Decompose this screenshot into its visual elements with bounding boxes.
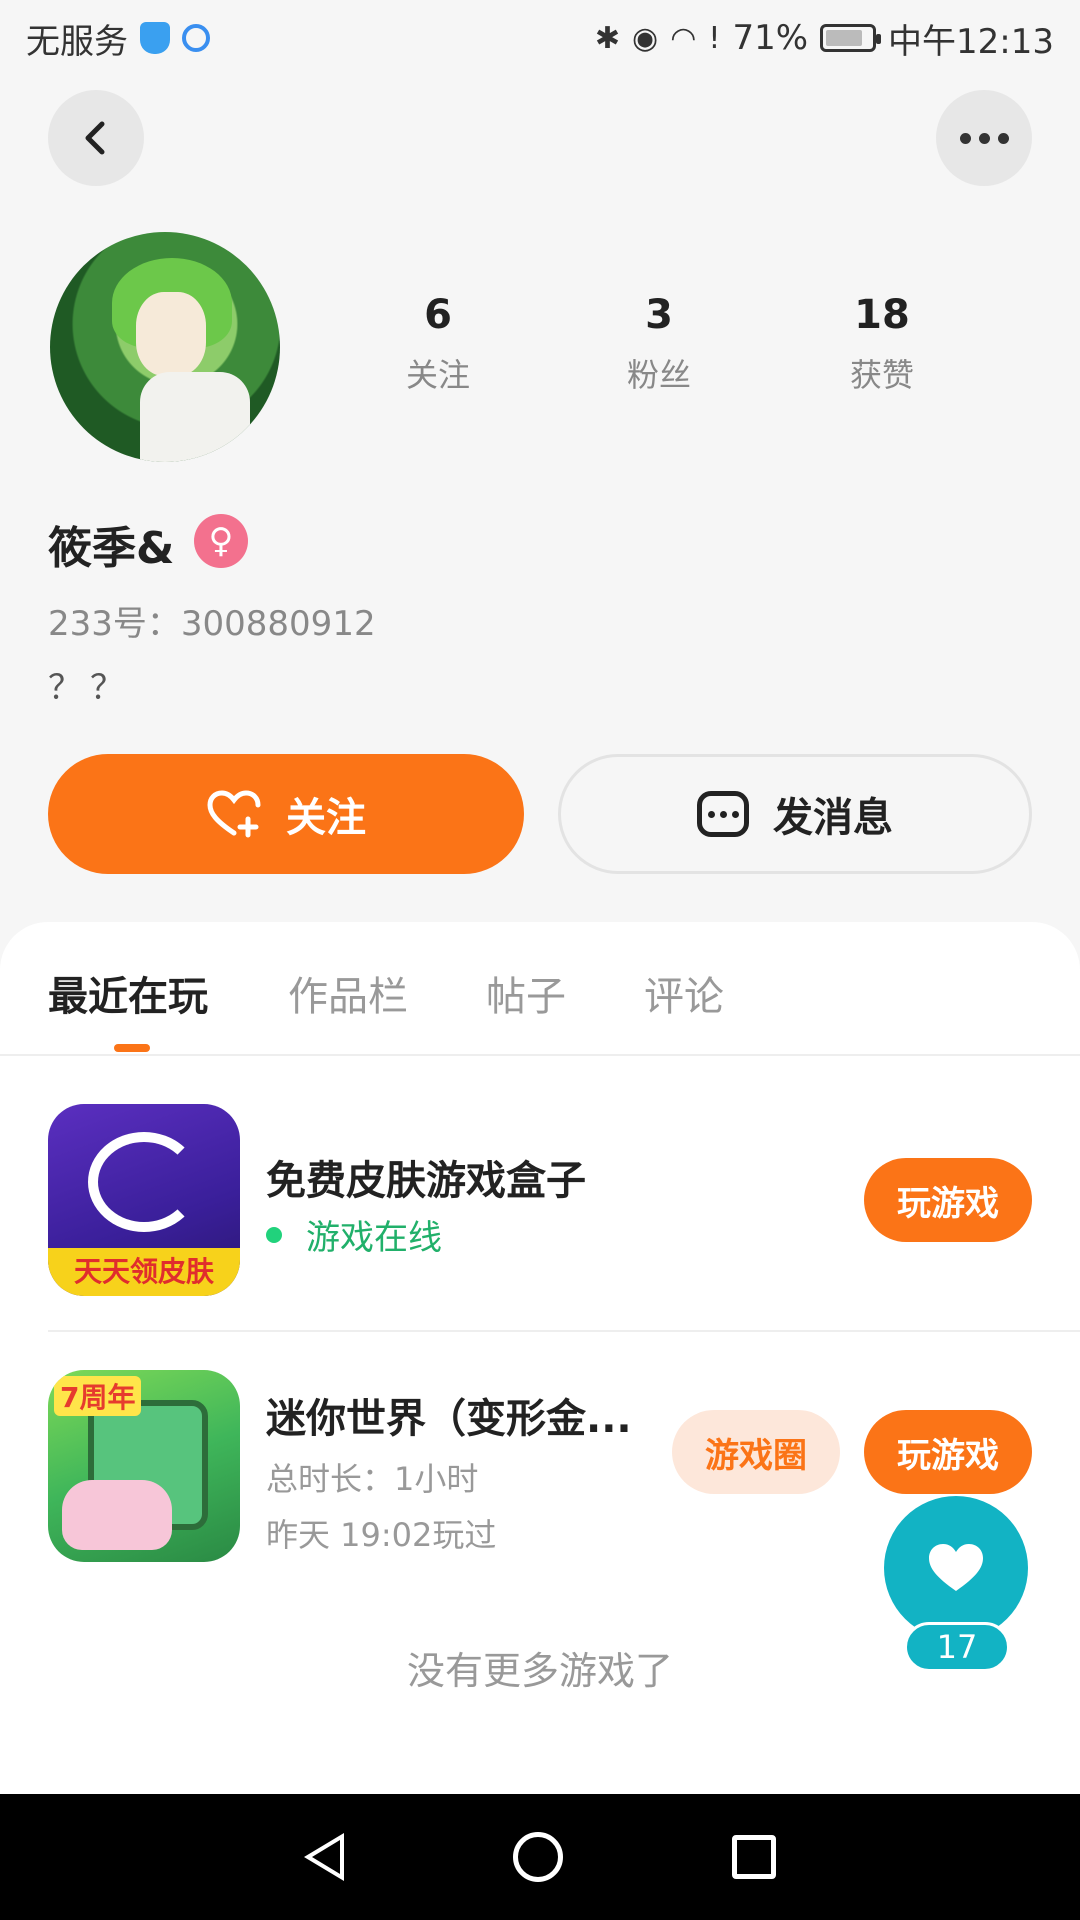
nav-recents-icon[interactable] xyxy=(731,1835,776,1879)
eye-icon: ◉ xyxy=(632,20,659,56)
game-title: 迷你世界（变形金... xyxy=(266,1396,632,1442)
bio: ？？ xyxy=(48,668,132,708)
message-button[interactable]: 发消息 xyxy=(558,754,1032,874)
divider xyxy=(48,1330,1080,1332)
stat-likes[interactable]: 18 获赞 xyxy=(782,292,982,396)
tab-posts[interactable]: 帖子 xyxy=(486,964,566,1022)
stat-likes-label: 获赞 xyxy=(849,356,914,394)
status-right: ✱ ◉ ◠ ! 71% 中午12:13 xyxy=(595,14,1054,63)
back-button[interactable] xyxy=(48,90,144,186)
play-game-button[interactable]: 玩游戏 xyxy=(864,1158,1032,1242)
globe-icon xyxy=(182,24,210,52)
game-circle-button[interactable]: 游戏圈 xyxy=(672,1410,840,1494)
like-count: 17 xyxy=(904,1622,1010,1672)
bluetooth-icon: ✱ xyxy=(594,20,621,56)
stat-following-label: 关注 xyxy=(405,356,470,394)
tab-works[interactable]: 作品栏 xyxy=(288,964,408,1022)
status-bar: 无服务 ✱ ◉ ◠ ! 71% 中午12:13 xyxy=(0,0,1080,76)
follow-label: 关注 xyxy=(286,795,366,841)
tab-bar: 最近在玩 作品栏 帖子 评论 xyxy=(0,922,1080,1056)
wifi-icon: ◠ xyxy=(670,20,697,56)
system-nav-bar xyxy=(0,1794,1080,1920)
battery-percent: 71% xyxy=(732,18,809,58)
chat-bubble-icon xyxy=(697,791,749,837)
game-title: 免费皮肤游戏盒子 xyxy=(266,1158,586,1204)
game-icon-badge: 7周年 xyxy=(54,1376,142,1416)
list-item[interactable]: 天天领皮肤 免费皮肤游戏盒子 游戏在线 玩游戏 xyxy=(0,1104,1080,1304)
play-game-button[interactable]: 玩游戏 xyxy=(864,1410,1032,1494)
follow-button[interactable]: 关注 xyxy=(48,754,524,874)
game-last-played: 昨天 19:02玩过 xyxy=(266,1516,497,1554)
game-icon[interactable]: 7周年 xyxy=(48,1370,240,1562)
tab-comments[interactable]: 评论 xyxy=(644,964,724,1022)
stat-following-count: 6 xyxy=(424,292,452,338)
game-duration: 总时长：1小时 xyxy=(266,1460,479,1498)
username: 筱季& xyxy=(48,523,175,574)
game-icon[interactable]: 天天领皮肤 xyxy=(48,1104,240,1296)
game-online-status: 游戏在线 xyxy=(266,1210,442,1259)
more-button[interactable] xyxy=(936,90,1032,186)
like-button[interactable] xyxy=(884,1496,1028,1640)
user-id: 233号：300880912 xyxy=(48,604,376,644)
carrier-text: 无服务 xyxy=(26,21,128,62)
heart-plus-icon xyxy=(207,790,261,838)
tab-recent-play[interactable]: 最近在玩 xyxy=(48,964,208,1022)
stat-fans[interactable]: 3 粉丝 xyxy=(559,292,759,396)
nav-back-icon[interactable] xyxy=(304,1833,345,1881)
online-label: 游戏在线 xyxy=(306,1218,442,1258)
alert-icon: ! xyxy=(708,20,721,56)
stat-fans-count: 3 xyxy=(645,292,673,338)
stat-likes-count: 18 xyxy=(854,292,910,338)
nav-home-icon[interactable] xyxy=(512,1832,563,1882)
clock: 中午12:13 xyxy=(888,21,1054,62)
female-icon: ♀ xyxy=(194,514,248,568)
more-dots-icon xyxy=(959,132,1009,144)
online-dot-icon xyxy=(266,1226,282,1243)
status-left: 无服务 xyxy=(26,14,210,63)
message-label: 发消息 xyxy=(773,795,893,841)
chevron-left-icon xyxy=(85,121,105,155)
stat-following[interactable]: 6 关注 xyxy=(338,292,538,396)
heart-icon xyxy=(929,1544,983,1591)
battery-icon xyxy=(820,24,882,52)
shield-icon xyxy=(140,22,170,54)
avatar[interactable] xyxy=(50,232,280,462)
game-icon-banner: 天天领皮肤 xyxy=(48,1248,240,1296)
stat-fans-label: 粉丝 xyxy=(626,356,691,394)
tab-indicator xyxy=(114,1044,150,1052)
